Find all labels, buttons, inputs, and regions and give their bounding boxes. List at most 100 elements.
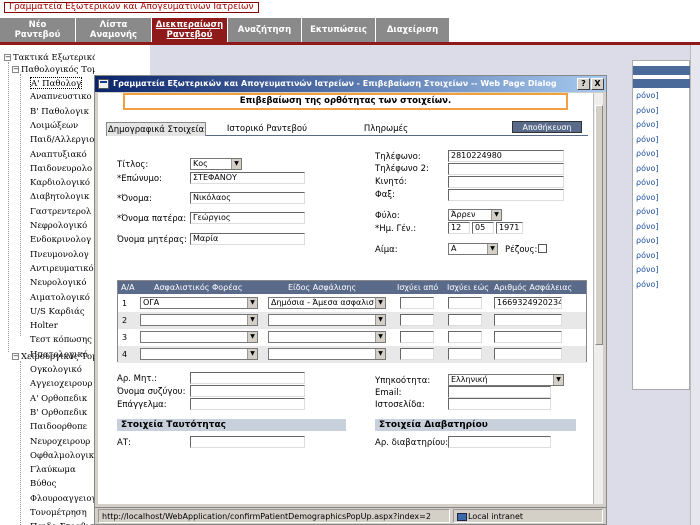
background-link[interactable]: ρόνο] <box>636 120 658 129</box>
tab-new-appointment[interactable]: Νέο Ραντεβού <box>0 18 76 42</box>
tree-item[interactable]: U/S Καρδιάς <box>30 306 85 318</box>
nationality-select[interactable]: Ελληνική ▼ <box>448 374 564 386</box>
tab-payments[interactable]: Πληρωμές <box>336 122 436 136</box>
fax-field[interactable] <box>448 189 564 201</box>
tab-waiting-list[interactable]: Λίστα Αναμονής <box>76 18 152 42</box>
dob-month-field[interactable]: 05 <box>472 222 494 234</box>
phone2-field[interactable] <box>448 163 564 175</box>
background-link[interactable]: ρόνο] <box>636 164 658 173</box>
background-link[interactable]: ρόνο] <box>636 106 658 115</box>
mother-field[interactable]: Μαρία <box>190 233 305 245</box>
tree-item[interactable]: Γαστρεντερολ <box>30 206 91 218</box>
dialog-titlebar[interactable]: Γραμματεία Εξωτερικών και Απογευματινών … <box>95 76 606 92</box>
rh-checkbox[interactable] <box>538 244 547 253</box>
valid-to-field[interactable] <box>448 331 482 343</box>
tree-item[interactable]: Καρδιολογικό <box>30 177 90 189</box>
website-field[interactable] <box>448 398 551 410</box>
collapse-icon[interactable]: − <box>12 353 19 360</box>
tree-item[interactable]: Τονομέτρηση <box>30 507 87 519</box>
dob-year-field[interactable]: 1971 <box>496 222 523 234</box>
tree-item[interactable]: Πνευμονολογ <box>30 249 89 261</box>
sex-select[interactable]: Άρρεν ▼ <box>448 209 502 221</box>
tree-item[interactable]: Αιματολογικό <box>30 292 90 304</box>
tree-item[interactable]: Νεφρολογικό <box>30 220 87 232</box>
carrier-select[interactable]: ▼ <box>140 331 258 343</box>
dob-day-field[interactable]: 12 <box>448 222 470 234</box>
valid-to-field[interactable] <box>448 297 482 309</box>
tree-item[interactable]: Νευρολογικό <box>30 277 86 289</box>
tree-item[interactable]: Βύθος <box>30 478 56 490</box>
am-field[interactable] <box>190 372 305 384</box>
tab-prints[interactable]: Εκτυπώσεις <box>302 18 376 42</box>
tree-item[interactable]: Παιδοορθοπε <box>30 421 87 433</box>
surname-field[interactable]: ΣΤΕΦΑΝΟΥ <box>190 172 305 184</box>
carrier-select[interactable]: ΟΓΑ ▼ <box>140 297 258 309</box>
tree-item[interactable]: Αγγειοχειρουρ <box>30 378 92 390</box>
valid-to-field[interactable] <box>448 314 482 326</box>
tree-item[interactable]: Διαβητολογικ <box>30 191 89 203</box>
passport-field[interactable] <box>448 436 551 448</box>
insurance-number-field[interactable] <box>494 348 562 360</box>
tab-appointment-history[interactable]: Ιστορικό Ραντεβού <box>212 122 322 136</box>
valid-from-field[interactable] <box>400 348 434 360</box>
tree-item[interactable]: Παιδο-Στραβισμός <box>30 521 95 525</box>
tree-root[interactable]: −Τακτικά Εξωτερικά Ιατρεία <box>4 52 95 64</box>
page-scrollbar[interactable] <box>690 45 700 525</box>
tree-item[interactable]: Α' Ορθοπεδικ <box>30 393 87 405</box>
tree-item[interactable]: Αναπνευστικο <box>30 91 92 103</box>
tree-item[interactable]: Αναπτυξιακό <box>30 149 87 161</box>
help-button[interactable]: ? <box>577 78 590 90</box>
valid-from-field[interactable] <box>400 314 434 326</box>
collapse-icon[interactable]: − <box>4 54 11 61</box>
background-link[interactable]: ρόνο] <box>636 178 658 187</box>
insurance-number-field[interactable] <box>494 331 562 343</box>
tree-item[interactable]: Λοιμώξεων <box>30 120 78 132</box>
background-link[interactable]: ρόνο] <box>636 236 658 245</box>
name-field[interactable]: Νικόλαος <box>190 192 305 204</box>
background-link[interactable]: ρόνο] <box>636 207 658 216</box>
tab-search[interactable]: Αναζήτηση <box>228 18 302 42</box>
tree-item[interactable]: Παιδονευρολο <box>30 163 92 175</box>
tree-item[interactable]: Ογκολογικό <box>30 364 82 376</box>
tree-item[interactable]: Α' Παθολογ <box>30 77 83 89</box>
background-link[interactable]: ρόνο] <box>636 149 658 158</box>
tree-item[interactable]: Β' Ορθοπεδικ <box>30 407 87 419</box>
valid-from-field[interactable] <box>400 331 434 343</box>
background-link[interactable]: ρόνο] <box>636 135 658 144</box>
tree-item[interactable]: Παιδ/Αλλεργιο <box>30 134 94 146</box>
spouse-field[interactable] <box>190 385 305 397</box>
background-link[interactable]: ρόνο] <box>636 91 658 100</box>
save-button[interactable]: Αποθήκευση <box>512 121 582 133</box>
tree-item[interactable]: Γλαύκωμα <box>30 464 76 476</box>
valid-to-field[interactable] <box>448 348 482 360</box>
tree-item[interactable]: Οφθαλμολογικό <box>30 450 95 462</box>
tree-item[interactable]: Ενδοκρινολογ <box>30 234 91 246</box>
tree-item[interactable]: Φλουροαγγειογραφία <box>30 493 95 505</box>
tree-item[interactable]: Τεστ κόπωσης <box>30 334 92 346</box>
tab-admin[interactable]: Διαχείριση <box>376 18 450 42</box>
insurance-type-select[interactable]: ▼ <box>268 348 386 360</box>
carrier-select[interactable]: ▼ <box>140 314 258 326</box>
tree-group-surgery[interactable]: − Χειρουργικός Τομ <box>12 351 95 363</box>
father-field[interactable]: Γεώργιος <box>190 212 305 224</box>
tree-group-pathology[interactable]: −Παθολογικός Τομέας <box>12 64 95 76</box>
tab-demographics[interactable]: Δημογραφικά Στοιχεία <box>106 122 206 136</box>
background-link[interactable]: ρόνο] <box>636 280 658 289</box>
valid-from-field[interactable] <box>400 297 434 309</box>
close-button[interactable]: X <box>591 78 604 90</box>
tree-item[interactable]: Αντιρευματικό <box>30 263 94 275</box>
collapse-icon[interactable]: − <box>12 66 19 73</box>
background-link[interactable]: ρόνο] <box>636 265 658 274</box>
insurance-type-select[interactable]: ▼ <box>268 331 386 343</box>
dialog-scrollbar[interactable] <box>593 93 603 504</box>
blood-select[interactable]: A ▼ <box>448 243 498 255</box>
job-field[interactable] <box>190 398 305 410</box>
title-select[interactable]: Κος ▼ <box>190 158 242 170</box>
tree-item[interactable]: Holter <box>30 320 58 332</box>
background-link[interactable]: ρόνο] <box>636 222 658 231</box>
insurance-type-select[interactable]: Δημόσια - Άμεσα ασφαλισ ▼ <box>268 297 386 309</box>
background-link[interactable]: ρόνο] <box>636 193 658 202</box>
scroll-thumb[interactable] <box>595 105 603 345</box>
background-link[interactable]: ρόνο] <box>636 251 658 260</box>
mobile-field[interactable] <box>448 176 564 188</box>
